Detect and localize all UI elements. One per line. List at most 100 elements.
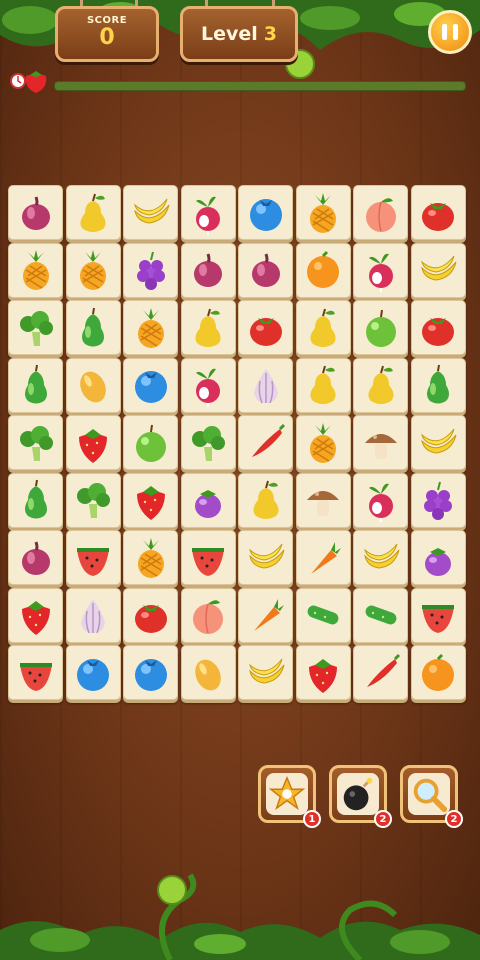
tile-garlic[interactable]: [65, 587, 121, 643]
tile-onion[interactable]: [8, 185, 63, 240]
carrot-icon: [253, 599, 284, 631]
watermelon-icon: [422, 605, 454, 633]
tile-pear[interactable]: [295, 357, 351, 413]
tile-strawberry[interactable]: [295, 645, 351, 700]
broccoli-icon: [19, 310, 53, 346]
tile-strawberry[interactable]: [65, 415, 121, 470]
tile-grid: [8, 185, 470, 703]
tile-green-pear[interactable]: [8, 472, 63, 528]
banana-icon: [133, 198, 169, 224]
tile-watermelon[interactable]: [65, 530, 121, 585]
carrot-icon: [311, 541, 341, 574]
tile-pineapple[interactable]: [8, 242, 63, 298]
blueberry-icon: [134, 658, 167, 691]
tile-tomato[interactable]: [123, 587, 178, 643]
tile-strawberry[interactable]: [123, 472, 178, 528]
tile-broccoli[interactable]: [180, 415, 236, 470]
tile-onion[interactable]: [8, 530, 63, 585]
tile-banana[interactable]: [353, 530, 408, 585]
tile-chili[interactable]: [353, 645, 408, 700]
tile-broccoli[interactable]: [65, 472, 121, 528]
tile-green-apple[interactable]: [353, 300, 408, 355]
tile-mushroom[interactable]: [353, 415, 408, 470]
booster-count-badge: 1: [303, 810, 321, 828]
tile-pineapple[interactable]: [295, 185, 351, 240]
tile-broccoli[interactable]: [8, 415, 63, 470]
tile-banana[interactable]: [123, 185, 178, 240]
tile-broccoli[interactable]: [8, 300, 63, 355]
tile-blueberry[interactable]: [65, 645, 121, 700]
tile-pineapple[interactable]: [123, 530, 178, 585]
tile-peach[interactable]: [180, 587, 236, 643]
tile-pineapple[interactable]: [295, 415, 351, 470]
tile-garlic[interactable]: [238, 357, 293, 413]
tile-tomato[interactable]: [238, 300, 293, 355]
tile-mango[interactable]: [180, 645, 236, 700]
tile-pear[interactable]: [180, 300, 236, 355]
tile-grapes[interactable]: [123, 242, 178, 298]
tile-banana[interactable]: [410, 415, 466, 470]
tile-orange[interactable]: [295, 242, 351, 298]
tile-green-apple[interactable]: [123, 415, 178, 470]
pineapple-icon: [22, 250, 49, 290]
tile-peach[interactable]: [353, 185, 408, 240]
tile-grapes[interactable]: [410, 472, 466, 528]
tile-cucumber[interactable]: [353, 587, 408, 643]
tile-blueberry[interactable]: [238, 185, 293, 240]
radish-icon: [196, 368, 220, 407]
tile-banana[interactable]: [410, 242, 466, 298]
peach-icon: [365, 197, 396, 232]
tile-radish[interactable]: [180, 185, 236, 240]
pause-button[interactable]: [428, 10, 472, 54]
tile-watermelon[interactable]: [410, 587, 466, 643]
tile-carrot[interactable]: [295, 530, 351, 585]
tile-eggplant[interactable]: [410, 530, 466, 585]
banana-icon: [248, 658, 284, 684]
tile-mushroom[interactable]: [295, 472, 351, 528]
tile-banana[interactable]: [238, 530, 293, 585]
pear-icon: [195, 308, 221, 347]
tile-pear[interactable]: [295, 300, 351, 355]
green-pear-icon: [24, 364, 47, 404]
tile-green-pear[interactable]: [8, 357, 63, 413]
tile-tomato[interactable]: [410, 300, 466, 355]
tile-radish[interactable]: [353, 472, 408, 528]
tile-orange[interactable]: [410, 645, 466, 700]
garlic-icon: [253, 369, 278, 404]
tile-cucumber[interactable]: [295, 587, 351, 643]
tile-radish[interactable]: [180, 357, 236, 413]
tile-radish[interactable]: [353, 242, 408, 298]
tile-pear[interactable]: [353, 357, 408, 413]
tile-pear[interactable]: [238, 472, 293, 528]
level-label: Level: [200, 23, 258, 45]
tile-green-pear[interactable]: [65, 300, 121, 355]
tile-banana[interactable]: [238, 645, 293, 700]
tile-onion[interactable]: [180, 242, 236, 298]
tile-watermelon[interactable]: [180, 530, 236, 585]
chili-icon: [366, 653, 400, 687]
strawberry-icon: [309, 658, 337, 693]
tile-chili[interactable]: [238, 415, 293, 470]
tile-tomato[interactable]: [410, 185, 466, 240]
tile-pear[interactable]: [65, 185, 121, 240]
level-value: 3: [263, 23, 277, 45]
tile-onion[interactable]: [238, 242, 293, 298]
tile-carrot[interactable]: [238, 587, 293, 643]
tile-eggplant[interactable]: [180, 472, 236, 528]
banana-icon: [363, 543, 399, 569]
tile-blueberry[interactable]: [123, 645, 178, 700]
tile-blueberry[interactable]: [123, 357, 178, 413]
tomato-icon: [422, 202, 454, 231]
tile-pineapple[interactable]: [65, 242, 121, 298]
blueberry-icon: [134, 371, 167, 403]
tile-strawberry[interactable]: [8, 587, 63, 643]
radish-icon: [196, 196, 220, 235]
tile-green-pear[interactable]: [410, 357, 466, 413]
tile-mango[interactable]: [65, 357, 121, 413]
tile-watermelon[interactable]: [8, 645, 63, 700]
shuffle-booster-button[interactable]: 1: [258, 765, 321, 828]
eggplant-icon: [425, 547, 451, 576]
bomb-booster-button[interactable]: 2: [329, 765, 392, 828]
hint-booster-button[interactable]: 2: [400, 765, 463, 828]
tile-pineapple[interactable]: [123, 300, 178, 355]
